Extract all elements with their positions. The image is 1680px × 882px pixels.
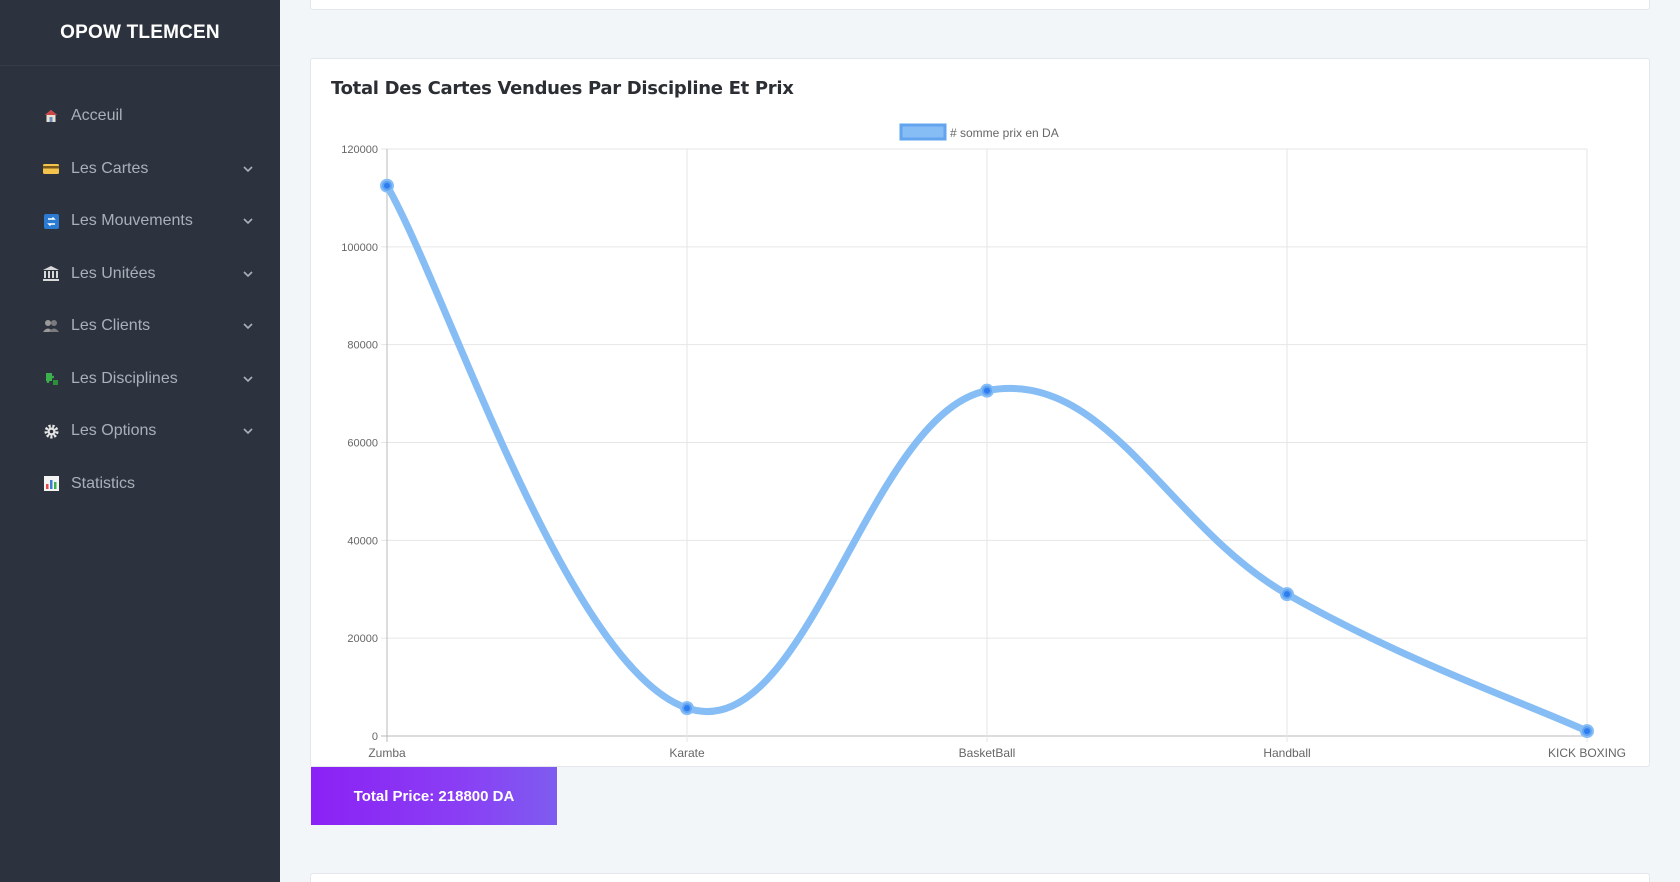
sidebar: OPOW TLEMCEN Acceuil Les Cartes Les Mouv… bbox=[0, 0, 280, 882]
data-point-center bbox=[1284, 591, 1290, 598]
sidebar-item-cartes[interactable]: Les Cartes bbox=[0, 143, 280, 196]
puzzle-icon bbox=[43, 371, 59, 387]
sidebar-item-clients[interactable]: Les Clients bbox=[0, 300, 280, 353]
legend-swatch bbox=[899, 123, 947, 141]
data-point-center bbox=[1584, 728, 1590, 735]
chevron-down-icon[interactable] bbox=[242, 320, 254, 332]
y-tick-label: 20000 bbox=[347, 633, 378, 645]
x-tick-label: Karate bbox=[669, 746, 705, 760]
top-card bbox=[310, 0, 1650, 10]
total-price-button[interactable]: Total Price: 218800 DA bbox=[311, 767, 557, 825]
sidebar-item-statistics[interactable]: Statistics bbox=[0, 458, 280, 511]
y-tick-label: 60000 bbox=[347, 438, 378, 450]
transfer-icon bbox=[43, 213, 59, 229]
users-icon bbox=[43, 318, 59, 334]
card-icon bbox=[43, 161, 59, 177]
x-tick-label: BasketBall bbox=[959, 746, 1016, 760]
data-point-center bbox=[984, 387, 990, 394]
sidebar-item-label: Les Unitées bbox=[71, 264, 156, 282]
data-point-center bbox=[684, 705, 690, 712]
line-chart: 0 20000 40000 60000 80000 100000 120000 Zumba Ka… bbox=[341, 123, 1626, 760]
sidebar-item-label: Les Mouvements bbox=[71, 212, 193, 230]
chevron-down-icon[interactable] bbox=[242, 268, 254, 280]
sidebar-item-label: Les Options bbox=[71, 422, 157, 440]
home-icon bbox=[43, 108, 59, 124]
sidebar-menu: Acceuil Les Cartes Les Mouvements Les Un… bbox=[0, 66, 280, 510]
bar-chart-icon bbox=[43, 476, 59, 492]
x-tick-label: Handball bbox=[1263, 746, 1310, 760]
sidebar-item-label: Les Clients bbox=[71, 317, 151, 335]
y-tick-label: 100000 bbox=[341, 242, 378, 254]
sidebar-item-acceuil[interactable]: Acceuil bbox=[0, 90, 280, 143]
x-tick-label: KICK BOXING bbox=[1548, 746, 1626, 760]
sidebar-item-label: Les Cartes bbox=[71, 159, 149, 177]
chevron-down-icon[interactable] bbox=[242, 215, 254, 227]
sidebar-item-disciplines[interactable]: Les Disciplines bbox=[0, 353, 280, 406]
gear-icon bbox=[43, 423, 59, 439]
sidebar-item-label: Acceuil bbox=[71, 107, 123, 125]
sidebar-item-label: Statistics bbox=[71, 474, 136, 492]
sidebar-item-label: Les Disciplines bbox=[71, 369, 178, 387]
data-point-center bbox=[384, 182, 390, 189]
chevron-down-icon[interactable] bbox=[242, 373, 254, 385]
building-icon bbox=[43, 266, 59, 282]
x-tick-label: Zumba bbox=[368, 746, 406, 760]
brand-title[interactable]: OPOW TLEMCEN bbox=[0, 0, 280, 66]
chart-card: Total Des Cartes Vendues Par Discipline … bbox=[310, 58, 1650, 767]
sidebar-item-options[interactable]: Les Options bbox=[0, 405, 280, 458]
bottom-card bbox=[310, 873, 1650, 882]
chevron-down-icon[interactable] bbox=[242, 425, 254, 437]
y-tick-label: 40000 bbox=[347, 535, 378, 547]
sidebar-item-unitees[interactable]: Les Unitées bbox=[0, 248, 280, 301]
chevron-down-icon[interactable] bbox=[242, 163, 254, 175]
y-tick-label: 0 bbox=[372, 731, 378, 743]
y-tick-label: 80000 bbox=[347, 340, 378, 352]
y-tick-label: 120000 bbox=[341, 144, 378, 156]
sidebar-item-mouvements[interactable]: Les Mouvements bbox=[0, 195, 280, 248]
legend-label: # somme prix en DA bbox=[950, 126, 1059, 140]
